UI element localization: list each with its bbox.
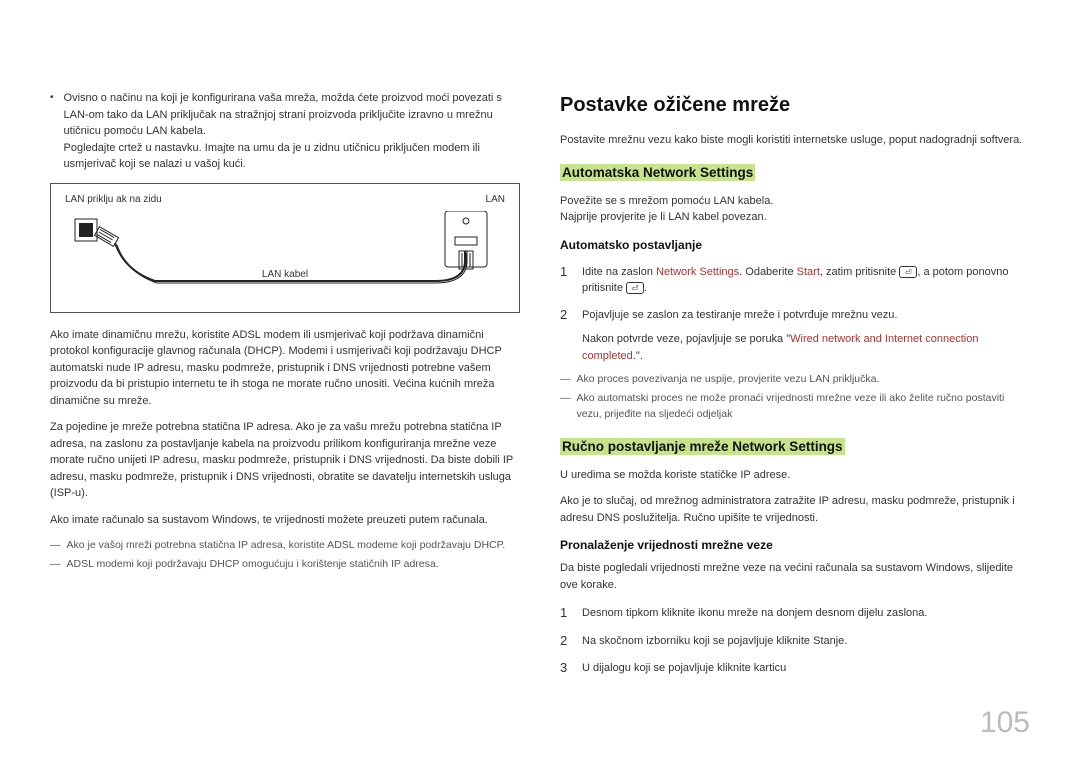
auto-dash-2: Ako automatski proces ne može pronaći vr…	[577, 391, 1031, 423]
manual-p1: U uredima se možda koriste statičke IP a…	[560, 467, 1030, 484]
page-title: Postavke ožičene mreže	[560, 90, 1030, 120]
heading-find-values: Pronalaženje vrijednosti mrežne veze	[560, 536, 1030, 554]
dash-icon: ―	[560, 391, 571, 423]
dash-icon: ―	[50, 557, 61, 573]
left-dash-1: Ako je vašoj mreži potrebna statična IP …	[67, 538, 506, 554]
step-number: 1	[560, 603, 570, 623]
right-intro: Postavite mrežnu vezu kako biste mogli k…	[560, 132, 1030, 149]
page-number: 105	[980, 700, 1030, 745]
heading-manual-settings: Ručno postavljanje mreže Network Setting…	[560, 438, 845, 455]
diagram-cable-label: LAN kabel	[262, 269, 308, 280]
enter-key-icon: ⏎	[626, 282, 644, 294]
step-number: 2	[560, 631, 570, 651]
auto-step-2b: Nakon potvrde veze, pojavljuje se poruka…	[582, 331, 1030, 364]
left-p3: Ako imate računalo sa sustavom Windows, …	[50, 512, 520, 529]
diagram-lan-label: LAN	[486, 192, 505, 207]
find-step-3: U dijalogu koji se pojavljuje kliknite k…	[582, 658, 1030, 677]
diagram-wall-label: LAN priklju ak na zidu	[65, 192, 162, 207]
left-p2: Za pojedine je mreže potrebna statična I…	[50, 419, 520, 502]
dash-icon: ―	[560, 372, 571, 388]
left-bullet-2: Pogledajte crtež u nastavku. Imajte na u…	[64, 142, 480, 171]
auto-step-1: Idite na zaslon Network Settings. Odaber…	[582, 262, 1030, 297]
left-p1: Ako imate dinamičnu mrežu, koristite ADS…	[50, 327, 520, 410]
bullet-icon: •	[50, 90, 54, 173]
enter-key-icon: ⏎	[899, 266, 917, 278]
lan-diagram: LAN priklju ak na zidu LAN	[50, 183, 520, 313]
step-number: 2	[560, 305, 570, 325]
find-step-2: Na skočnom izborniku koji se pojavljuje …	[582, 631, 1030, 650]
manual-p2: Ako je to slučaj, od mrežnog administrat…	[560, 493, 1030, 526]
left-dash-2: ADSL modemi koji podržavaju DHCP omoguću…	[67, 557, 439, 573]
auto-p2: Najprije provjerite je li LAN kabel pove…	[560, 209, 1030, 226]
find-intro: Da biste pogledali vrijednosti mrežne ve…	[560, 560, 1030, 593]
auto-step-2: Pojavljuje se zaslon za testiranje mreže…	[582, 307, 1030, 324]
diagram-svg: LAN kabel	[61, 211, 509, 306]
auto-p1: Povežite se s mrežom pomoću LAN kabela.	[560, 193, 1030, 210]
heading-auto-setup: Automatsko postavljanje	[560, 236, 1030, 254]
step-number: 3	[560, 658, 570, 678]
auto-dash-1: Ako proces povezivanja ne uspije, provje…	[577, 372, 880, 388]
dash-icon: ―	[50, 538, 61, 554]
heading-auto-settings: Automatska Network Settings	[560, 164, 755, 181]
find-step-1: Desnom tipkom kliknite ikonu mreže na do…	[582, 603, 1030, 622]
step-number: 1	[560, 262, 570, 282]
left-bullet-1: Ovisno o načinu na koji je konfigurirana…	[64, 92, 502, 137]
